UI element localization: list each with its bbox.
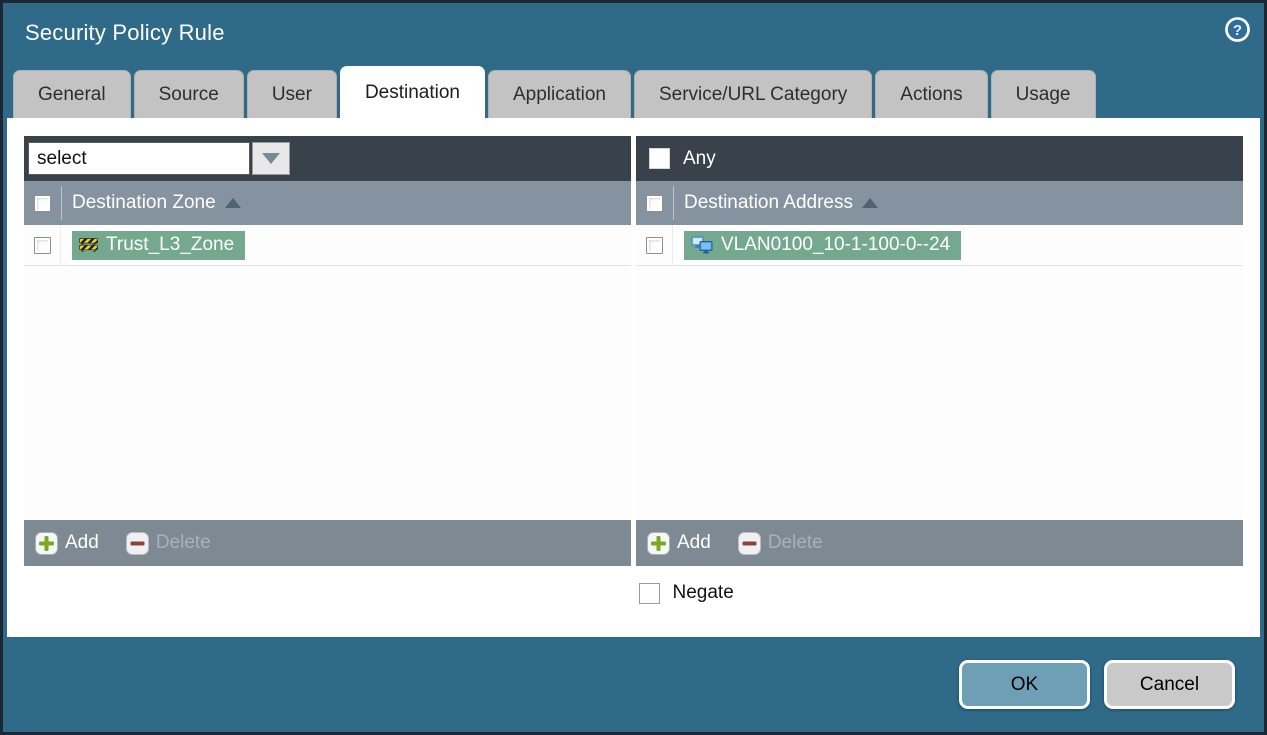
zone-row[interactable]: Trust_L3_Zone: [24, 225, 631, 266]
sort-ascending-icon[interactable]: [862, 198, 878, 208]
address-column-header: Destination Address: [636, 181, 1243, 225]
address-row[interactable]: VLAN0100_10-1-100-0--24: [636, 225, 1243, 266]
zone-list: Trust_L3_Zone: [24, 225, 631, 520]
any-label: Any: [683, 147, 716, 169]
address-row-checkbox[interactable]: [645, 236, 663, 254]
chevron-down-icon: [262, 153, 280, 164]
zone-toolbar: Add Delete: [24, 520, 631, 566]
svg-text:?: ?: [1233, 22, 1242, 39]
cancel-button[interactable]: Cancel: [1104, 660, 1235, 709]
address-add-label: Add: [677, 532, 711, 553]
minus-icon: [737, 531, 761, 555]
tab-application[interactable]: Application: [488, 70, 631, 118]
tab-general[interactable]: General: [13, 70, 131, 118]
zone-delete-button[interactable]: Delete: [125, 531, 211, 555]
zone-add-label: Add: [65, 532, 99, 553]
any-checkbox[interactable]: [649, 148, 670, 169]
address-select-all-checkbox[interactable]: [646, 194, 663, 212]
header-divider: [61, 186, 62, 220]
zone-column-label[interactable]: Destination Zone: [72, 192, 216, 214]
zone-delete-label: Delete: [155, 532, 211, 553]
zone-selected-chip[interactable]: Trust_L3_Zone: [72, 230, 246, 260]
plus-icon: [35, 531, 58, 555]
tab-content-destination: Destination Zone: [7, 118, 1260, 637]
tab-usage[interactable]: Usage: [990, 70, 1096, 118]
minus-icon: [125, 531, 149, 555]
zone-add-button[interactable]: Add: [35, 531, 99, 555]
address-add-button[interactable]: Add: [647, 531, 711, 555]
ok-button[interactable]: OK: [959, 660, 1090, 709]
dialog-footer: OK Cancel: [3, 637, 1264, 732]
destination-zone-panel: Destination Zone: [24, 136, 631, 566]
tab-source[interactable]: Source: [133, 70, 244, 118]
tab-user[interactable]: User: [246, 70, 337, 118]
zone-select-input[interactable]: [28, 142, 250, 175]
plus-icon: [647, 531, 670, 555]
below-left-spacer: [24, 582, 634, 604]
zone-column-header: Destination Zone: [24, 181, 631, 225]
security-policy-rule-dialog: Security Policy Rule ? General Source Us…: [0, 0, 1267, 735]
network-computers-icon: [691, 236, 713, 253]
negate-checkbox[interactable]: [638, 582, 660, 604]
zone-select-dropdown-button[interactable]: [252, 142, 290, 175]
zone-name: Trust_L3_Zone: [106, 233, 235, 255]
address-list: VLAN0100_10-1-100-0--24: [636, 225, 1243, 520]
tab-actions[interactable]: Actions: [875, 70, 988, 118]
address-delete-label: Delete: [767, 532, 823, 553]
destination-address-panel: Any Destination Address VLAN0100_10-1-10…: [636, 136, 1243, 566]
address-column-label[interactable]: Destination Address: [684, 192, 853, 214]
sort-ascending-icon[interactable]: [224, 198, 241, 208]
tab-strip: General Source User Destination Applicat…: [3, 66, 1264, 118]
address-name: VLAN0100_10-1-100-0--24: [721, 233, 951, 255]
address-toolbar: Add Delete: [636, 520, 1243, 566]
address-delete-button[interactable]: Delete: [737, 531, 823, 555]
header-divider: [673, 186, 674, 220]
tab-destination[interactable]: Destination: [339, 66, 485, 118]
address-selected-chip[interactable]: VLAN0100_10-1-100-0--24: [684, 230, 962, 260]
help-icon[interactable]: ?: [1224, 16, 1251, 43]
zone-row-checkbox[interactable]: [33, 236, 51, 254]
zone-select-all-checkbox[interactable]: [34, 194, 51, 212]
address-any-bar: Any: [636, 136, 1243, 181]
negate-label: Negate: [672, 582, 734, 603]
tab-service-url-category[interactable]: Service/URL Category: [633, 70, 873, 118]
zone-barrier-icon: [79, 238, 98, 252]
zone-filter-bar: [24, 136, 631, 181]
dialog-title: Security Policy Rule: [25, 20, 225, 45]
dialog-titlebar: Security Policy Rule ?: [3, 3, 1264, 66]
